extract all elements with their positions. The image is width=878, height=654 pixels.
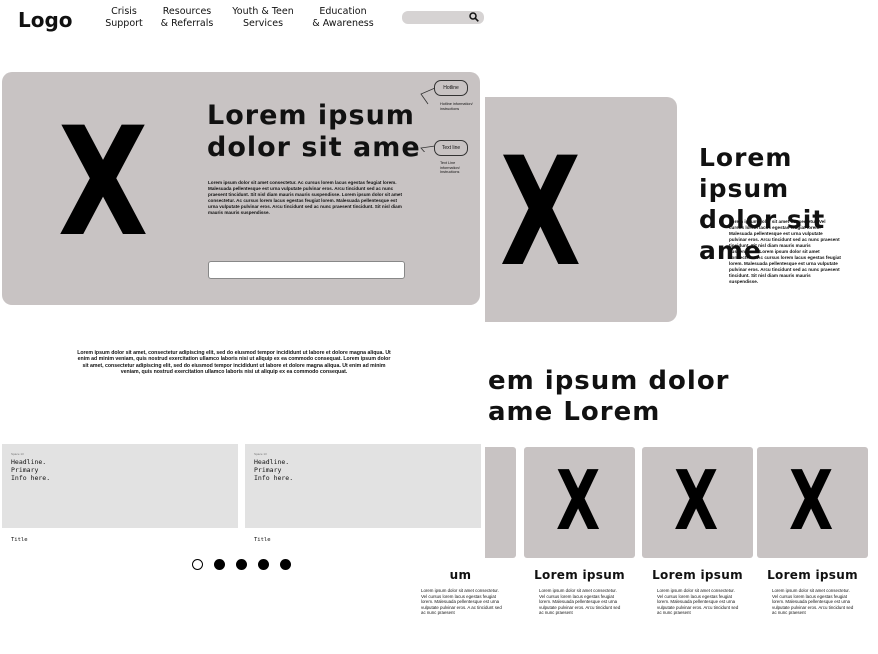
feature-primary: Primary — [254, 466, 282, 474]
feature-card-text: Headline. Primary Info here. — [254, 458, 293, 482]
section-title-line2: ame Lorem — [488, 397, 661, 427]
feature-info: Info here. — [11, 474, 51, 482]
tile-body-text: Lorem ipsum dolor sit amet consectetur. … — [539, 588, 621, 616]
carousel-dot[interactable] — [258, 559, 269, 570]
feature-headline: Headline. — [11, 458, 47, 466]
hotline-tooltip-text: Hotline information/ instructions — [440, 102, 473, 111]
tile-card[interactable]: X — [642, 447, 753, 558]
nav-label-line1: Education — [319, 6, 367, 17]
feature-card-meta: Space 13 — [11, 452, 24, 456]
hero-title-line2: dolor sit ame — [207, 132, 421, 163]
nav-resources-referrals[interactable]: Resources & Referrals — [157, 6, 217, 30]
nav-label-line1: Resources — [162, 6, 212, 17]
tile-title: Lorem ipsum — [767, 568, 858, 582]
tile-body-text: Lorem ipsum dolor sit amet consectetur. … — [421, 588, 502, 616]
nav-youth-teen-services[interactable]: Youth & Teen Services — [228, 6, 298, 30]
nav-crisis-support[interactable]: Crisis Support — [101, 6, 147, 30]
feature-card-title: Title — [11, 537, 28, 543]
textline-tooltip-text: Text Line information/ Instructions — [440, 161, 460, 174]
feature-card-meta: Space 13 — [254, 452, 267, 456]
feature-headline: Headline. — [254, 458, 290, 466]
carousel-dot-active[interactable] — [192, 559, 203, 570]
feature-card-title: Title — [254, 537, 271, 543]
carousel-dot[interactable] — [280, 559, 291, 570]
intro-paragraph: Lorem ipsum dolor sit amet, consectetur … — [77, 350, 391, 376]
hero-text-field[interactable] — [208, 261, 405, 279]
nav-label-line1: Crisis — [111, 6, 137, 17]
section-title: em ipsum dolor ame Lorem — [488, 366, 878, 428]
carousel-dot[interactable] — [214, 559, 225, 570]
tile-title: Lorem ipsum — [534, 568, 625, 582]
nav-label-line2: Services — [242, 18, 284, 29]
nav-label-line2: Support — [105, 18, 143, 29]
section-title-line1: em ipsum dolor — [488, 366, 730, 396]
tile-card[interactable]: X — [757, 447, 868, 558]
hero-title-line1: Lorem ipsum — [207, 100, 415, 131]
search-input[interactable] — [402, 11, 484, 24]
tile-image-placeholder: X — [674, 454, 719, 549]
hero-body-text: Lorem ipsum dolor sit amet consectetur. … — [208, 180, 403, 215]
feature-primary: Primary — [11, 466, 39, 474]
nav-label-line1: Youth & Teen — [232, 6, 294, 17]
hero-title: Lorem ipsum dolor sit ame — [207, 100, 437, 164]
feature-card[interactable]: Space 13 Headline. Primary Info here. — [245, 444, 481, 528]
second-hero-image-placeholder: X — [500, 126, 581, 300]
feature-card[interactable]: Space 13 Headline. Primary Info here. — [2, 444, 238, 528]
carousel-dot[interactable] — [236, 559, 247, 570]
tile-image-placeholder: X — [789, 454, 834, 549]
tile-title: um — [449, 568, 472, 582]
feature-info: Info here. — [254, 474, 294, 482]
nav-label-line2: & Referrals — [160, 18, 214, 29]
logo[interactable]: Logo — [18, 8, 73, 32]
nav-label-line2: & Awareness — [312, 18, 374, 29]
tile-card-partial[interactable] — [485, 447, 516, 558]
search-icon[interactable] — [469, 12, 479, 22]
hotline-tooltip[interactable]: Hotline — [434, 80, 468, 96]
second-hero-title-line1: Lorem ipsum — [699, 143, 793, 203]
tile-body-text: Lorem ipsum dolor sit amet consectetur. … — [657, 588, 739, 616]
tile-image-placeholder: X — [556, 454, 601, 549]
second-hero-body-text: Lorem ipsum dolor sit amet consectetur. … — [729, 219, 841, 284]
tile-card[interactable]: X — [524, 447, 635, 558]
hero-image-placeholder: X — [58, 96, 149, 270]
feature-card-text: Headline. Primary Info here. — [11, 458, 50, 482]
tile-title: Lorem ipsum — [652, 568, 743, 582]
nav-education-awareness[interactable]: Education & Awareness — [310, 6, 376, 30]
textline-tooltip[interactable]: Text line — [434, 140, 468, 156]
tile-body-text: Lorem ipsum dolor sit amet consectetur. … — [772, 588, 854, 616]
